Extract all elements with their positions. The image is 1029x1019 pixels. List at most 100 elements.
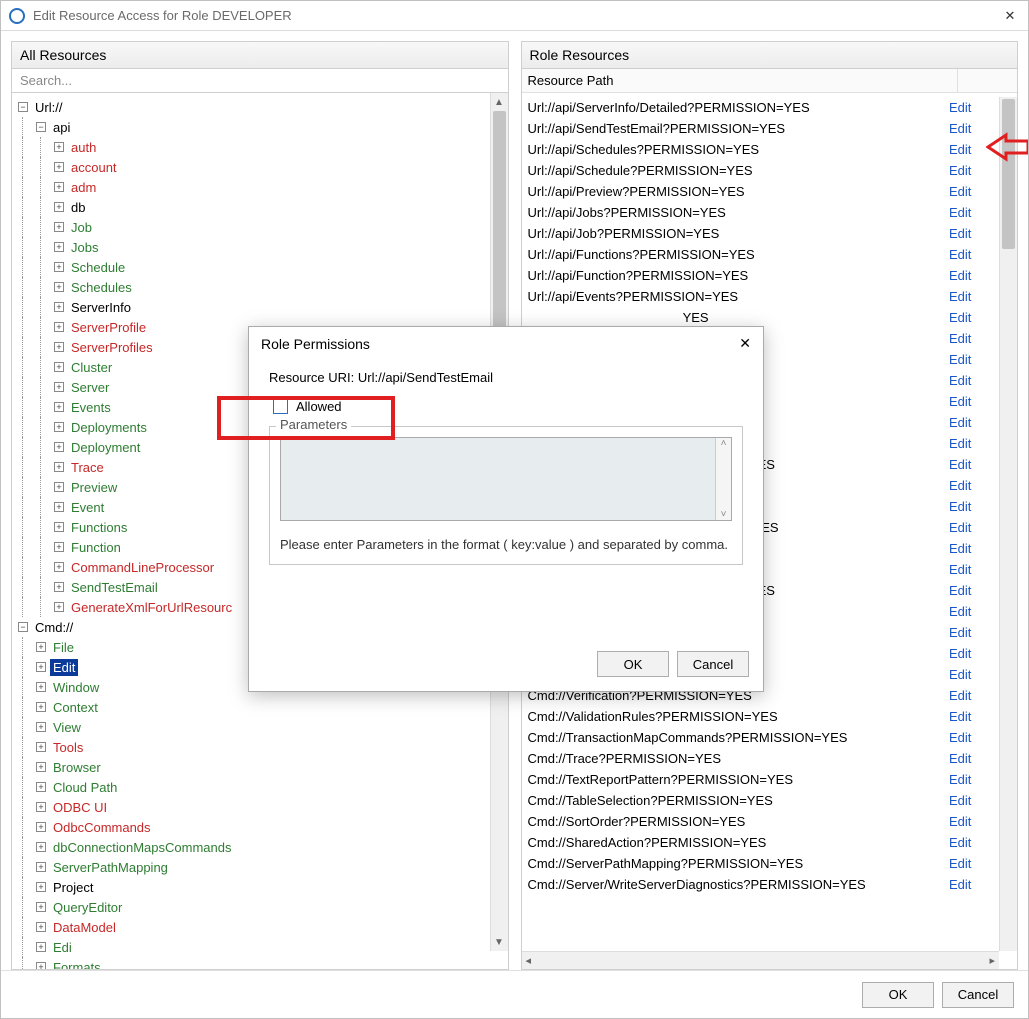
edit-link[interactable]: Edit <box>949 226 999 241</box>
edit-link[interactable]: Edit <box>949 751 999 766</box>
tree-node[interactable]: +Edi <box>12 937 508 957</box>
table-row[interactable]: Cmd://SortOrder?PERMISSION=YESEdit <box>522 811 1000 832</box>
tree-node-label[interactable]: View <box>50 719 84 736</box>
edit-link[interactable]: Edit <box>949 688 999 703</box>
edit-link[interactable]: Edit <box>949 205 999 220</box>
tree-node[interactable]: +ServerInfo <box>12 297 508 317</box>
ok-button[interactable]: OK <box>862 982 934 1008</box>
edit-link[interactable]: Edit <box>949 583 999 598</box>
modal-ok-button[interactable]: OK <box>597 651 669 677</box>
expander-icon[interactable]: + <box>54 242 64 252</box>
table-hscrollbar[interactable]: ◂▸ <box>522 951 1000 969</box>
expander-icon[interactable]: + <box>54 302 64 312</box>
cancel-button[interactable]: Cancel <box>942 982 1014 1008</box>
tree-node-label[interactable]: DataModel <box>50 919 119 936</box>
tree-node[interactable]: +db <box>12 197 508 217</box>
tree-node-label[interactable]: CommandLineProcessor <box>68 559 217 576</box>
edit-link[interactable]: Edit <box>949 499 999 514</box>
table-row[interactable]: Cmd://TableSelection?PERMISSION=YESEdit <box>522 790 1000 811</box>
edit-link[interactable]: Edit <box>949 247 999 262</box>
tree-node-label[interactable]: Deployments <box>68 419 150 436</box>
expander-icon[interactable]: + <box>36 842 46 852</box>
tree-node-label[interactable]: File <box>50 639 77 656</box>
tree-node-label[interactable]: Functions <box>68 519 130 536</box>
tree-node-label[interactable]: auth <box>68 139 99 156</box>
table-row[interactable]: Url://api/ServerInfo/Detailed?PERMISSION… <box>522 97 1000 118</box>
expander-icon[interactable]: + <box>36 962 46 969</box>
expander-icon[interactable]: + <box>54 342 64 352</box>
tree-node-label[interactable]: Context <box>50 699 101 716</box>
tree-node-label[interactable]: api <box>50 119 73 136</box>
edit-link[interactable]: Edit <box>949 268 999 283</box>
edit-link[interactable]: Edit <box>949 877 999 892</box>
table-row[interactable]: Cmd://TextReportPattern?PERMISSION=YESEd… <box>522 769 1000 790</box>
tree-node-label[interactable]: Edi <box>50 939 75 956</box>
edit-link[interactable]: Edit <box>949 163 999 178</box>
tree-node-label[interactable]: GenerateXmlForUrlResourc <box>68 599 235 616</box>
edit-link[interactable]: Edit <box>949 814 999 829</box>
tree-node[interactable]: +QueryEditor <box>12 897 508 917</box>
expander-icon[interactable]: + <box>36 642 46 652</box>
tree-node-label[interactable]: ServerProfiles <box>68 339 156 356</box>
expander-icon[interactable]: + <box>36 862 46 872</box>
tree-node[interactable]: +Project <box>12 877 508 897</box>
table-row[interactable]: Url://api/Schedule?PERMISSION=YESEdit <box>522 160 1000 181</box>
edit-link[interactable]: Edit <box>949 541 999 556</box>
edit-link[interactable]: Edit <box>949 562 999 577</box>
expander-icon[interactable]: + <box>54 602 64 612</box>
table-row[interactable]: Cmd://TransactionMapCommands?PERMISSION=… <box>522 727 1000 748</box>
parameters-textarea[interactable]: ˄˅ <box>280 437 732 521</box>
tree-node-label[interactable]: Cloud Path <box>50 779 120 796</box>
tree-node[interactable]: + DataModel <box>12 917 508 937</box>
edit-link[interactable]: Edit <box>949 520 999 535</box>
expander-icon[interactable]: + <box>36 702 46 712</box>
tree-node-label[interactable]: db <box>68 199 88 216</box>
table-row[interactable]: Url://api/Schedules?PERMISSION=YESEdit <box>522 139 1000 160</box>
expander-icon[interactable]: + <box>54 322 64 332</box>
tree-node-label[interactable]: Browser <box>50 759 104 776</box>
edit-link[interactable]: Edit <box>949 457 999 472</box>
tree-node-label[interactable]: SendTestEmail <box>68 579 161 596</box>
tree-node[interactable]: + Context <box>12 697 508 717</box>
expander-icon[interactable]: + <box>36 762 46 772</box>
edit-link[interactable]: Edit <box>949 394 999 409</box>
table-vscrollbar[interactable] <box>999 97 1017 951</box>
expander-icon[interactable]: + <box>54 562 64 572</box>
expander-icon[interactable]: + <box>36 742 46 752</box>
expander-icon[interactable]: + <box>54 522 64 532</box>
tree-node-label[interactable]: Trace <box>68 459 107 476</box>
expander-icon[interactable]: + <box>36 922 46 932</box>
expander-icon[interactable]: + <box>36 882 46 892</box>
tree-node-label[interactable]: Function <box>68 539 124 556</box>
tree-node[interactable]: +Job <box>12 217 508 237</box>
expander-icon[interactable]: + <box>54 422 64 432</box>
tree-node[interactable]: +ODBC UI <box>12 797 508 817</box>
tree-node-label[interactable]: Deployment <box>68 439 143 456</box>
edit-link[interactable]: Edit <box>949 478 999 493</box>
tree-node-label[interactable]: account <box>68 159 120 176</box>
tree-node[interactable]: + dbConnectionMapsCommands <box>12 837 508 857</box>
expander-icon[interactable]: + <box>54 262 64 272</box>
edit-link[interactable]: Edit <box>949 772 999 787</box>
expander-icon[interactable]: − <box>18 622 28 632</box>
edit-link[interactable]: Edit <box>949 373 999 388</box>
expander-icon[interactable]: + <box>54 362 64 372</box>
tree-node-label[interactable]: Url:// <box>32 99 65 116</box>
tree-node-label[interactable]: Event <box>68 499 107 516</box>
tree-node[interactable]: +adm <box>12 177 508 197</box>
edit-link[interactable]: Edit <box>949 289 999 304</box>
expander-icon[interactable]: + <box>54 142 64 152</box>
expander-icon[interactable]: + <box>54 542 64 552</box>
tree-node-label[interactable]: Cmd:// <box>32 619 76 636</box>
tree-node-label[interactable]: Preview <box>68 479 120 496</box>
tree-node-label[interactable]: dbConnectionMapsCommands <box>50 839 234 856</box>
expander-icon[interactable]: + <box>54 502 64 512</box>
modal-close-icon[interactable]: ✕ <box>739 335 751 352</box>
tree-node-label[interactable]: adm <box>68 179 99 196</box>
tree-node-label[interactable]: Formats <box>50 959 104 970</box>
expander-icon[interactable]: − <box>36 122 46 132</box>
tree-node-label[interactable]: ServerProfile <box>68 319 149 336</box>
edit-link[interactable]: Edit <box>949 415 999 430</box>
tree-node[interactable]: +ServerPathMapping <box>12 857 508 877</box>
table-row[interactable]: Url://api/Job?PERMISSION=YESEdit <box>522 223 1000 244</box>
